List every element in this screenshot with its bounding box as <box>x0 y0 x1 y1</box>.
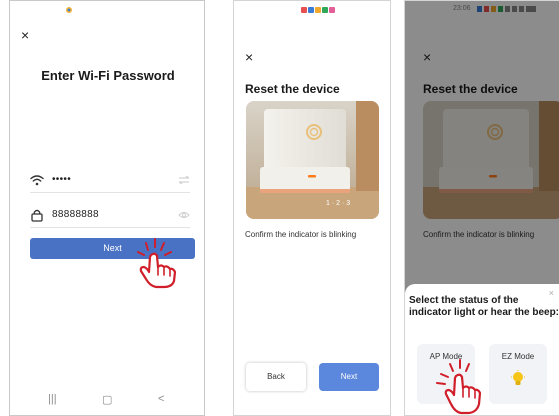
instruction-caption: Confirm the indicator is blinking <box>245 230 357 239</box>
tap-hand-icon <box>436 359 482 415</box>
field-underline <box>30 227 190 228</box>
password-field[interactable]: 88888888 <box>30 206 190 228</box>
wifi-name-value: ••••• <box>52 174 72 185</box>
tap-hand-icon <box>137 238 177 289</box>
field-underline <box>30 192 190 193</box>
next-button[interactable]: Next <box>319 363 379 391</box>
step-indicator: 1 · 2 · 3 <box>326 200 351 207</box>
page-title: Reset the device <box>245 82 340 96</box>
lock-icon <box>31 209 43 222</box>
back-button[interactable]: Back <box>246 363 306 391</box>
page-title: Enter Wi-Fi Password <box>41 68 175 83</box>
wifi-password-screen: × Enter Wi-Fi Password ••••• 88888888 Ne… <box>9 0 205 416</box>
eye-icon[interactable] <box>178 209 190 221</box>
android-nav-bar: ||| ▢ < <box>10 385 204 415</box>
close-button[interactable]: × <box>245 50 253 64</box>
sheet-question: Select the status of the indicator light… <box>409 295 559 318</box>
device-photo: 1 · 2 · 3 <box>246 101 379 219</box>
home-button[interactable]: ▢ <box>102 393 112 406</box>
wifi-icon <box>30 175 44 186</box>
wifi-field[interactable]: ••••• <box>30 171 190 193</box>
password-value: 88888888 <box>52 209 99 220</box>
switch-network-icon[interactable] <box>178 174 190 186</box>
tutorial-canvas: × Enter Wi-Fi Password ••••• 88888888 Ne… <box>0 0 559 416</box>
bulb-icon <box>511 370 525 385</box>
app-logos <box>301 7 335 13</box>
back-button[interactable]: < <box>158 393 164 405</box>
mode-label: EZ Mode <box>501 352 535 361</box>
reset-device-screen: × Reset the device 1 · 2 · 3 Confirm the… <box>233 0 391 416</box>
recent-apps-button[interactable]: ||| <box>48 393 57 405</box>
close-button[interactable]: × <box>21 28 29 42</box>
status-dot-icon <box>66 7 72 13</box>
select-mode-screen: 23:06 × Reset the device Confirm the ind… <box>404 0 559 416</box>
device-illustration <box>246 101 379 219</box>
ez-mode-option[interactable]: EZ Mode <box>489 344 547 404</box>
